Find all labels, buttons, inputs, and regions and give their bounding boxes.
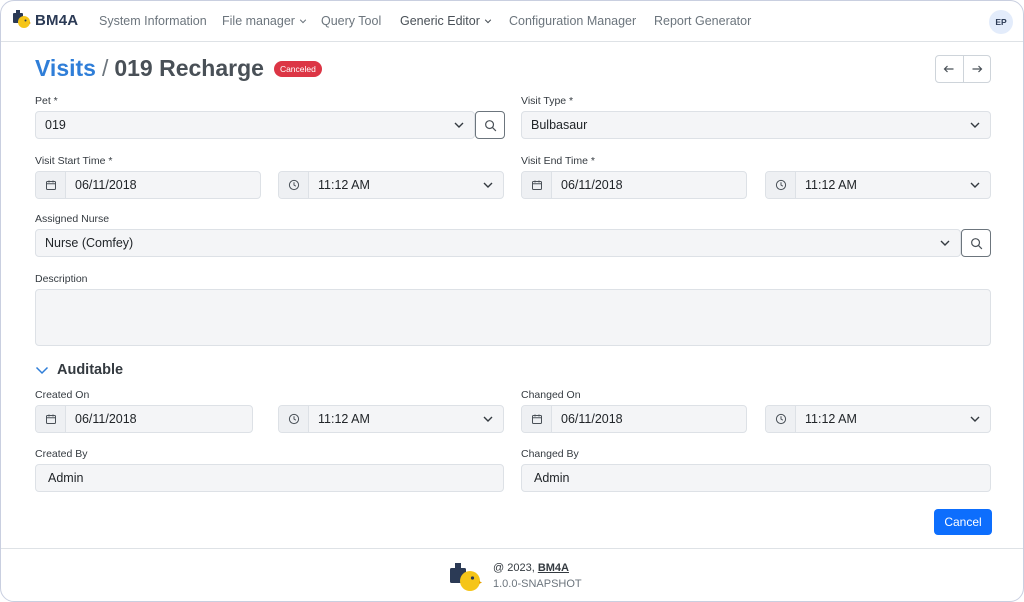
chevron-down-icon: [454, 122, 464, 128]
record-name: 019 Recharge: [114, 55, 264, 81]
chevron-down-icon: [35, 366, 49, 375]
search-icon: [484, 119, 496, 131]
search-icon: [970, 237, 982, 249]
nav-generic-editor[interactable]: Generic Editor: [400, 14, 492, 28]
description-label: Description: [35, 273, 88, 285]
created-on-time-select[interactable]: 11:12 AM: [278, 405, 504, 433]
clock-icon: [288, 179, 299, 191]
nav-query-tool[interactable]: Query Tool: [321, 14, 381, 28]
clock-icon: [775, 413, 786, 425]
arrow-left-icon: [944, 65, 954, 73]
assigned-nurse-select[interactable]: Nurse (Comfey): [35, 229, 961, 257]
created-on-label: Created On: [35, 389, 90, 401]
visit-start-date-input[interactable]: 06/11/2018: [35, 171, 261, 199]
brand-logo-icon: [13, 10, 31, 28]
top-navbar: BM4A System Information File manager Que…: [1, 1, 1023, 42]
nav-configuration-manager[interactable]: Configuration Manager: [509, 14, 636, 28]
record-pager: [935, 55, 991, 83]
visit-start-time-select[interactable]: 11:12 AM: [278, 171, 504, 199]
calendar-icon: [45, 180, 56, 190]
visit-type-label: Visit Type *: [521, 95, 574, 107]
changed-on-date-input[interactable]: 06/11/2018: [521, 405, 747, 433]
description-textarea[interactable]: [35, 289, 991, 346]
cancel-button[interactable]: Cancel: [934, 509, 992, 535]
previous-record-button[interactable]: [936, 56, 963, 82]
visit-end-time-select[interactable]: 11:12 AM: [765, 171, 991, 199]
nav-system-information[interactable]: System Information: [99, 14, 207, 28]
chevron-down-icon: [299, 19, 307, 24]
brand-name: BM4A: [35, 11, 79, 29]
created-by-input[interactable]: Admin: [35, 464, 504, 492]
chevron-down-icon: [970, 122, 980, 128]
chevron-down-icon: [970, 182, 980, 188]
arrow-right-icon: [972, 65, 983, 73]
pet-select[interactable]: 019: [35, 111, 475, 139]
nav-file-manager[interactable]: File manager: [222, 14, 307, 28]
visit-end-date-input[interactable]: 06/11/2018: [521, 171, 747, 199]
visit-start-label: Visit Start Time *: [35, 155, 113, 167]
calendar-icon: [531, 414, 542, 424]
changed-by-label: Changed By: [521, 448, 579, 460]
footer-copyright: @ 2023, BM4A: [493, 562, 569, 574]
next-record-button[interactable]: [962, 56, 990, 82]
brand[interactable]: BM4A: [11, 9, 78, 31]
app-window: BM4A System Information File manager Que…: [0, 0, 1024, 602]
clock-icon: [288, 413, 299, 425]
chevron-down-icon: [940, 240, 950, 246]
footer-version: 1.0.0-SNAPSHOT: [493, 578, 582, 590]
footer: @ 2023, BM4A 1.0.0-SNAPSHOT: [1, 548, 1023, 601]
auditable-section-title: Auditable: [57, 362, 124, 378]
status-badge: Canceled: [273, 60, 322, 77]
calendar-icon: [531, 180, 542, 190]
changed-on-time-select[interactable]: 11:12 AM: [765, 405, 991, 433]
user-avatar[interactable]: EP: [989, 10, 1013, 34]
chevron-down-icon: [970, 416, 980, 422]
brand-logo-icon: [450, 563, 482, 591]
visit-type-select[interactable]: Bulbasaur: [521, 111, 991, 139]
calendar-icon: [45, 414, 56, 424]
created-by-label: Created By: [35, 448, 88, 460]
clock-icon: [775, 179, 786, 191]
breadcrumb-visits-link[interactable]: Visits: [35, 55, 96, 82]
changed-by-input[interactable]: Admin: [521, 464, 991, 492]
visit-end-label: Visit End Time *: [521, 155, 595, 167]
nurse-search-button[interactable]: [961, 229, 991, 257]
chevron-down-icon: [483, 416, 493, 422]
chevron-down-icon: [484, 19, 492, 24]
pet-search-button[interactable]: [475, 111, 505, 139]
chevron-down-icon: [483, 182, 493, 188]
changed-on-label: Changed On: [521, 389, 581, 401]
nav-report-generator[interactable]: Report Generator: [654, 14, 751, 28]
footer-brand-link[interactable]: BM4A: [538, 562, 569, 574]
assigned-nurse-label: Assigned Nurse: [35, 213, 110, 225]
breadcrumb-separator: /: [101, 55, 109, 81]
pet-label: Pet *: [35, 95, 58, 107]
auditable-section-toggle[interactable]: Auditable: [35, 362, 123, 378]
page-title: Visits / 019 Recharge Canceled: [35, 55, 322, 82]
created-on-date-input[interactable]: 06/11/2018: [35, 405, 253, 433]
